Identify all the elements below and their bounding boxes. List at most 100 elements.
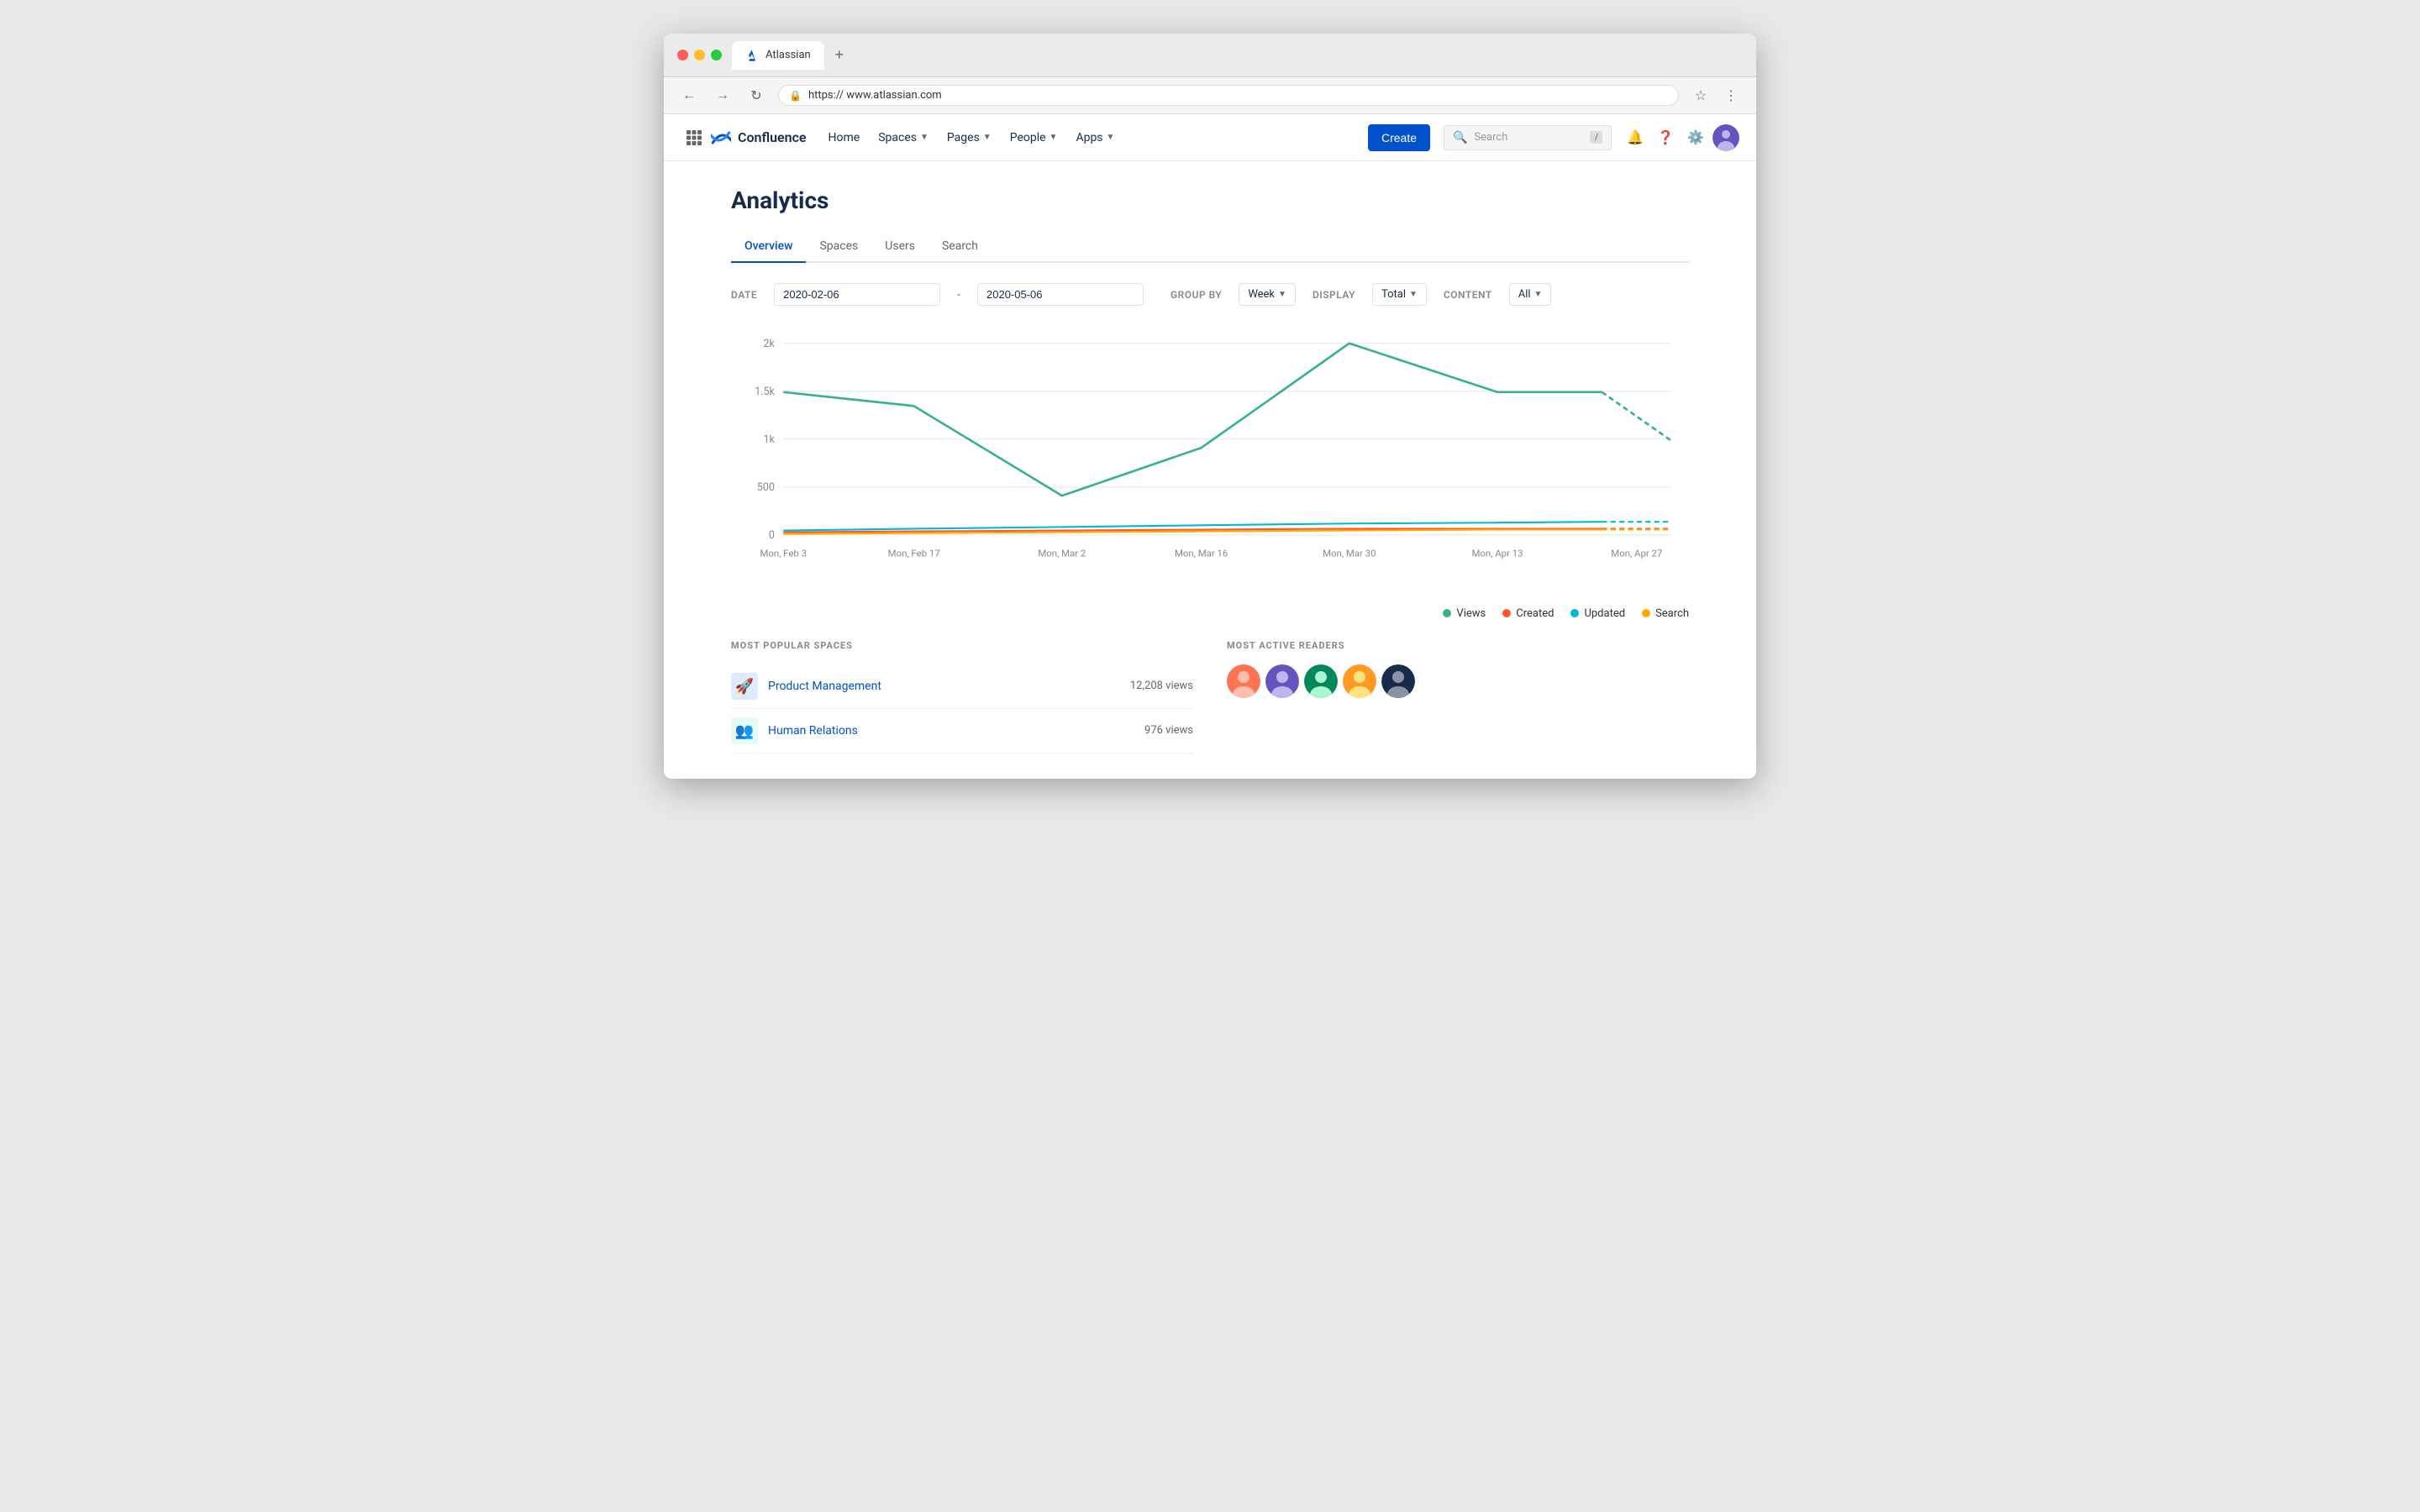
space-icon-pm: 🚀 [731,673,758,700]
notifications-button[interactable]: 🔔 [1622,124,1649,151]
search-placeholder: Search [1474,131,1507,144]
apps-grid-icon[interactable] [681,124,708,151]
search-dot [1642,609,1650,617]
address-bar-container: ← → ↻ 🔒 https:// www.atlassian.com ☆ ⋮ [664,77,1756,114]
svg-text:Mon, Mar 30: Mon, Mar 30 [1323,548,1376,559]
reader-avatar-5[interactable] [1381,664,1415,698]
apps-chevron: ▼ [1107,133,1115,142]
legend-created-label: Created [1516,607,1554,620]
maximize-button[interactable] [711,50,722,60]
create-button[interactable]: Create [1368,124,1430,151]
svg-text:🚀: 🚀 [735,677,754,696]
search-shortcut: / [1590,131,1602,144]
space-name-hr[interactable]: Human Relations [768,724,1134,738]
nav-pages[interactable]: Pages ▼ [939,126,1000,150]
close-button[interactable] [677,50,688,60]
nav-search[interactable]: 🔍 Search / [1444,125,1612,150]
views-dot [1443,609,1451,617]
svg-text:Mon, Feb 3: Mon, Feb 3 [760,548,807,559]
svg-text:2k: 2k [764,338,776,350]
people-chevron: ▼ [1050,133,1058,142]
group-by-chevron: ▼ [1278,290,1286,299]
tab-title: Atlassian [765,49,811,61]
more-button[interactable]: ⋮ [1719,84,1743,108]
svg-text:Mon, Mar 16: Mon, Mar 16 [1175,548,1228,559]
address-bar[interactable]: 🔒 https:// www.atlassian.com [778,85,1679,106]
forward-button[interactable]: → [711,84,734,108]
display-label: DISPLAY [1313,289,1355,301]
confluence-logo-text: Confluence [738,129,807,145]
tab-overview[interactable]: Overview [731,231,806,263]
reader-avatar-1[interactable] [1227,664,1260,698]
nav-menu: Home Spaces ▼ Pages ▼ People ▼ Apps ▼ [820,126,1365,150]
user-avatar[interactable] [1712,124,1739,151]
group-by-label: GROUP BY [1171,289,1222,301]
url-text: https:// www.atlassian.com [808,89,942,102]
new-tab-button[interactable]: + [828,44,851,67]
browser-tab[interactable]: Atlassian [732,41,824,70]
back-button[interactable]: ← [677,84,701,108]
content-select[interactable]: All ▼ [1509,283,1552,306]
space-row: 🚀 Product Management 12,208 views [731,664,1193,709]
popular-spaces-title: MOST POPULAR SPACES [731,640,1193,651]
svg-text:1k: 1k [764,433,776,446]
date-label: DATE [731,289,757,301]
bookmark-button[interactable]: ☆ [1689,84,1712,108]
popular-spaces-section: MOST POPULAR SPACES 🚀 Product Management… [731,640,1193,753]
traffic-lights [677,50,722,60]
nav-spaces[interactable]: Spaces ▼ [870,126,937,150]
date-from-input[interactable] [774,283,940,306]
display-chevron: ▼ [1409,290,1418,299]
main-content: Analytics Overview Spaces Users Search D… [664,161,1756,779]
legend-created: Created [1502,607,1554,620]
svg-text:Mon, Apr 13: Mon, Apr 13 [1471,548,1523,559]
active-readers-title: MOST ACTIVE READERS [1227,640,1689,651]
nav-people[interactable]: People ▼ [1002,126,1066,150]
nav-icons: 🔔 ❓ ⚙️ [1622,124,1739,151]
legend-views-label: Views [1456,607,1486,620]
tab-spaces[interactable]: Spaces [806,231,871,263]
legend-search-label: Search [1655,607,1689,620]
browser-window: Atlassian + ← → ↻ 🔒 https:// www.atlassi… [664,34,1756,779]
confluence-navbar: Confluence Home Spaces ▼ Pages ▼ People … [664,114,1756,161]
legend-updated: Updated [1570,607,1625,620]
settings-button[interactable]: ⚙️ [1682,124,1709,151]
reader-avatar-4[interactable] [1343,664,1376,698]
date-separator: - [957,288,960,302]
legend-views: Views [1443,607,1486,620]
tab-users[interactable]: Users [871,231,929,263]
tab-search[interactable]: Search [929,231,992,263]
analytics-tabs: Overview Spaces Users Search [731,231,1689,263]
legend-search: Search [1642,607,1689,620]
svg-text:500: 500 [757,481,775,494]
nav-home[interactable]: Home [820,126,869,150]
svg-text:👥: 👥 [735,722,754,740]
reload-button[interactable]: ↻ [744,84,768,108]
minimize-button[interactable] [694,50,705,60]
confluence-logo-icon [711,128,731,148]
nav-apps[interactable]: Apps ▼ [1067,126,1123,150]
reader-avatar-2[interactable] [1265,664,1299,698]
legend-updated-label: Updated [1584,607,1625,620]
help-button[interactable]: ❓ [1652,124,1679,151]
app-content: Confluence Home Spaces ▼ Pages ▼ People … [664,114,1756,779]
tab-bar: Atlassian + [732,41,1743,70]
svg-text:Mon, Feb 17: Mon, Feb 17 [888,548,940,559]
page-title: Analytics [731,186,1689,214]
display-select[interactable]: Total ▼ [1372,283,1427,306]
space-name-pm[interactable]: Product Management [768,680,1120,693]
space-views-hr: 976 views [1144,724,1193,737]
space-row-hr: 👥 Human Relations 976 views [731,709,1193,753]
confluence-logo[interactable]: Confluence [711,128,807,148]
updated-dot [1570,609,1579,617]
chart-container: 2k 1.5k 1k 500 0 [731,326,1689,591]
space-icon-hr: 👥 [731,717,758,744]
browser-actions: ☆ ⋮ [1689,84,1743,108]
group-by-select[interactable]: Week ▼ [1239,283,1296,306]
date-to-input[interactable] [977,283,1144,306]
svg-text:0: 0 [769,529,775,542]
reader-avatar-3[interactable] [1304,664,1338,698]
readers-avatars [1227,664,1689,698]
content-label: CONTENT [1444,289,1492,301]
space-views-pm: 12,208 views [1130,680,1193,692]
